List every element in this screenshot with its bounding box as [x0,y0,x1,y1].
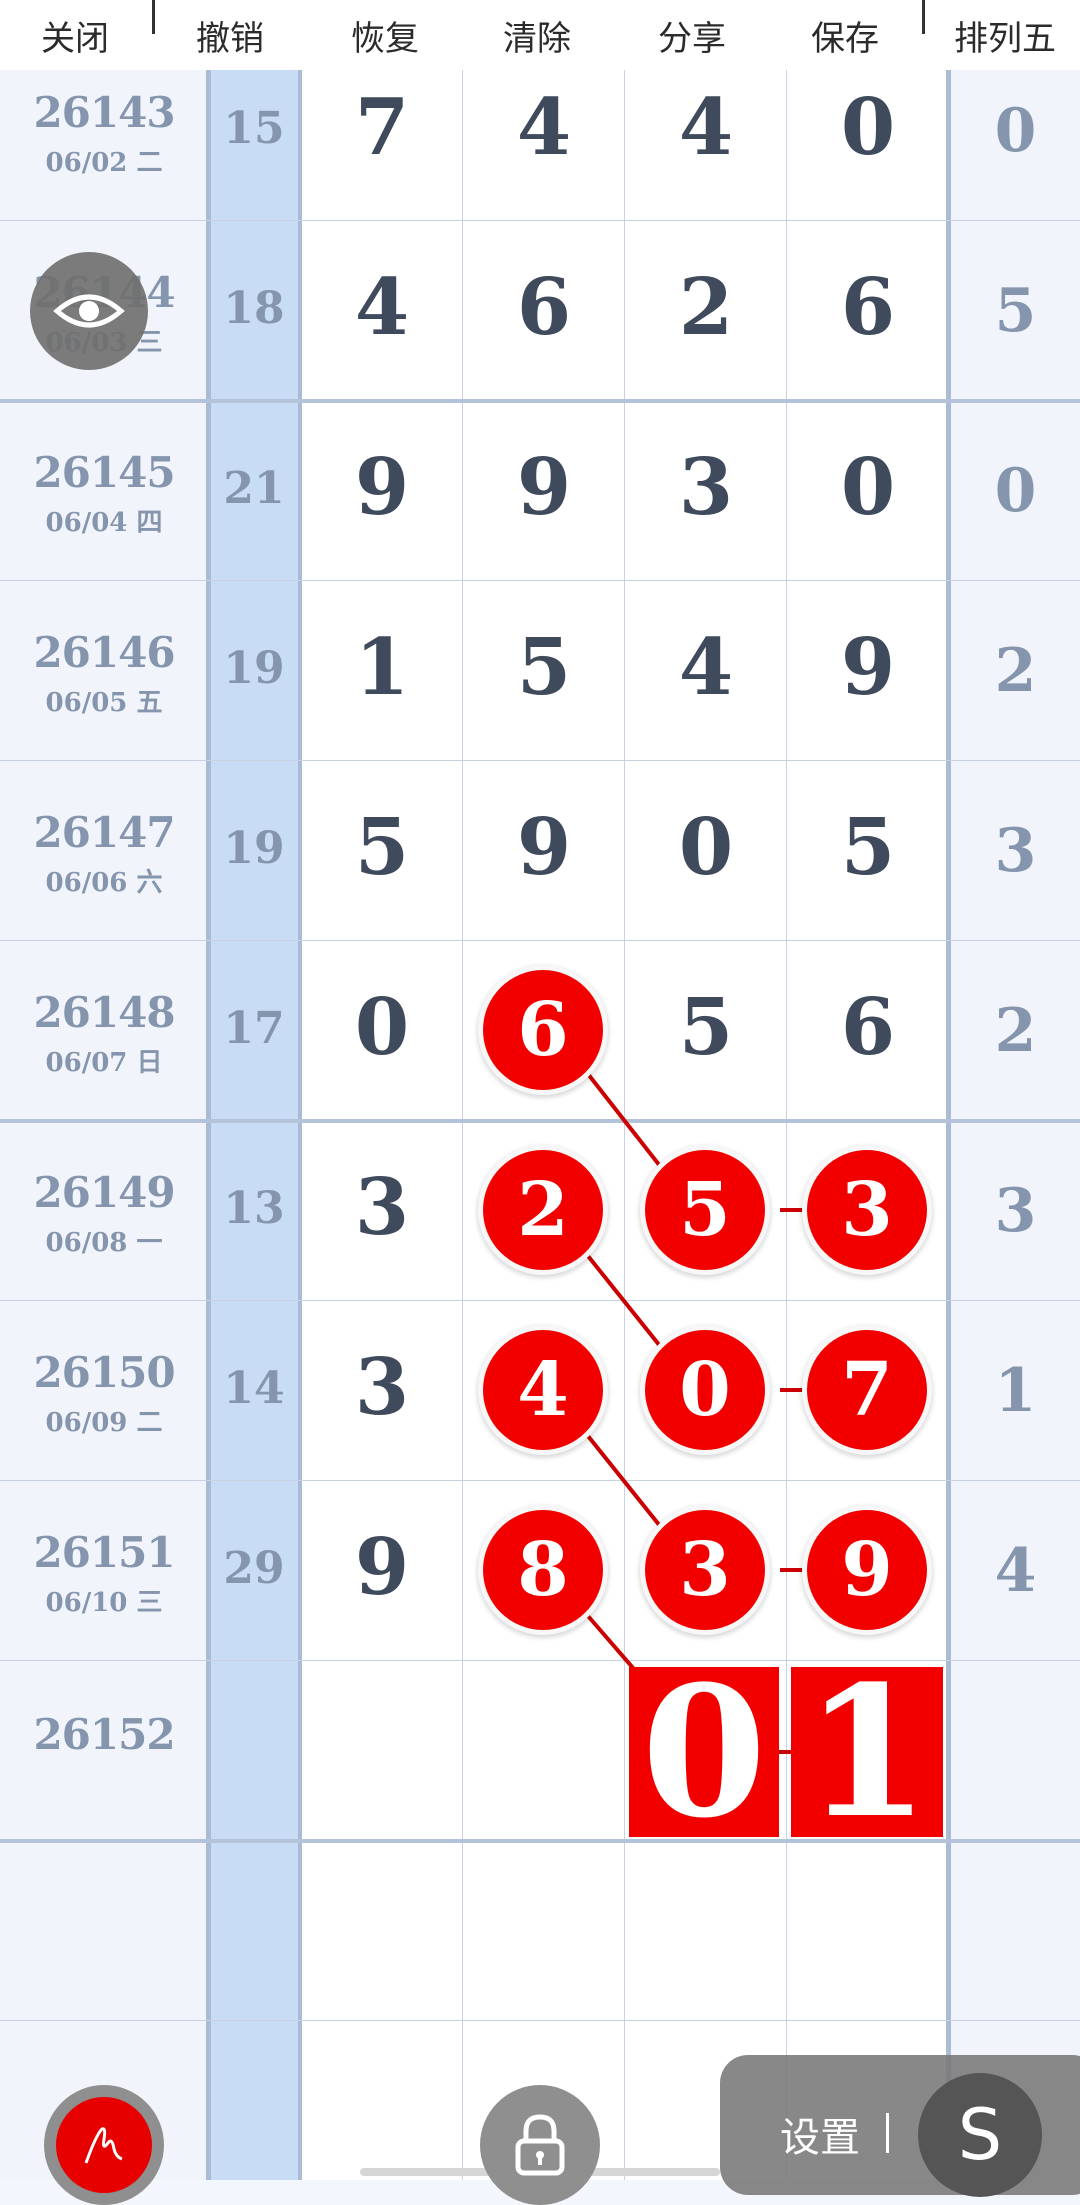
prediction-box[interactable]: 0 [629,1647,779,1858]
eye-toggle-button[interactable] [30,252,148,370]
eye-icon [53,294,125,328]
highlight-ball[interactable]: 7 [807,1330,927,1450]
connector-line [586,1072,662,1168]
highlight-ball[interactable]: 9 [807,1510,927,1630]
highlight-ball[interactable]: 4 [483,1330,603,1450]
redo-button[interactable]: 恢复 [320,0,450,70]
highlight-ball[interactable]: 5 [645,1150,765,1270]
lock-icon [515,2114,565,2176]
save-button[interactable]: 保存 [780,0,910,70]
toolbar-divider [922,0,925,34]
highlight-ball[interactable]: 3 [807,1150,927,1270]
share-button[interactable]: 分享 [627,0,757,70]
p5-button[interactable]: 排列五 [940,0,1070,70]
clear-button[interactable]: 清除 [472,0,602,70]
settings-panel: 设置 S [720,2055,1080,2197]
settings-button[interactable]: 设置 [780,2105,860,2163]
pen-icon-bg [56,2097,152,2193]
close-button[interactable]: 关闭 [10,0,140,70]
toolbar-divider [152,0,155,34]
highlight-ball[interactable]: 2 [483,1150,603,1270]
highlight-ball[interactable]: 0 [645,1330,765,1450]
settings-divider [886,2113,889,2153]
undo-button[interactable]: 撤销 [165,0,295,70]
pen-icon [84,2127,123,2164]
lock-button[interactable] [480,2085,600,2205]
highlight-ball[interactable]: 8 [483,1510,603,1630]
connector-line [586,1434,662,1528]
s-icon[interactable]: S [918,2073,1042,2197]
highlight-ball[interactable]: 3 [645,1510,765,1630]
prediction-box[interactable]: 1 [791,1647,943,1858]
toolbar: 关闭 撤销 恢复 清除 分享 保存 排列五 [0,0,1080,70]
connector-line [586,1254,662,1348]
pen-button[interactable] [44,2085,164,2205]
highlight-ball[interactable]: 6 [483,970,603,1090]
